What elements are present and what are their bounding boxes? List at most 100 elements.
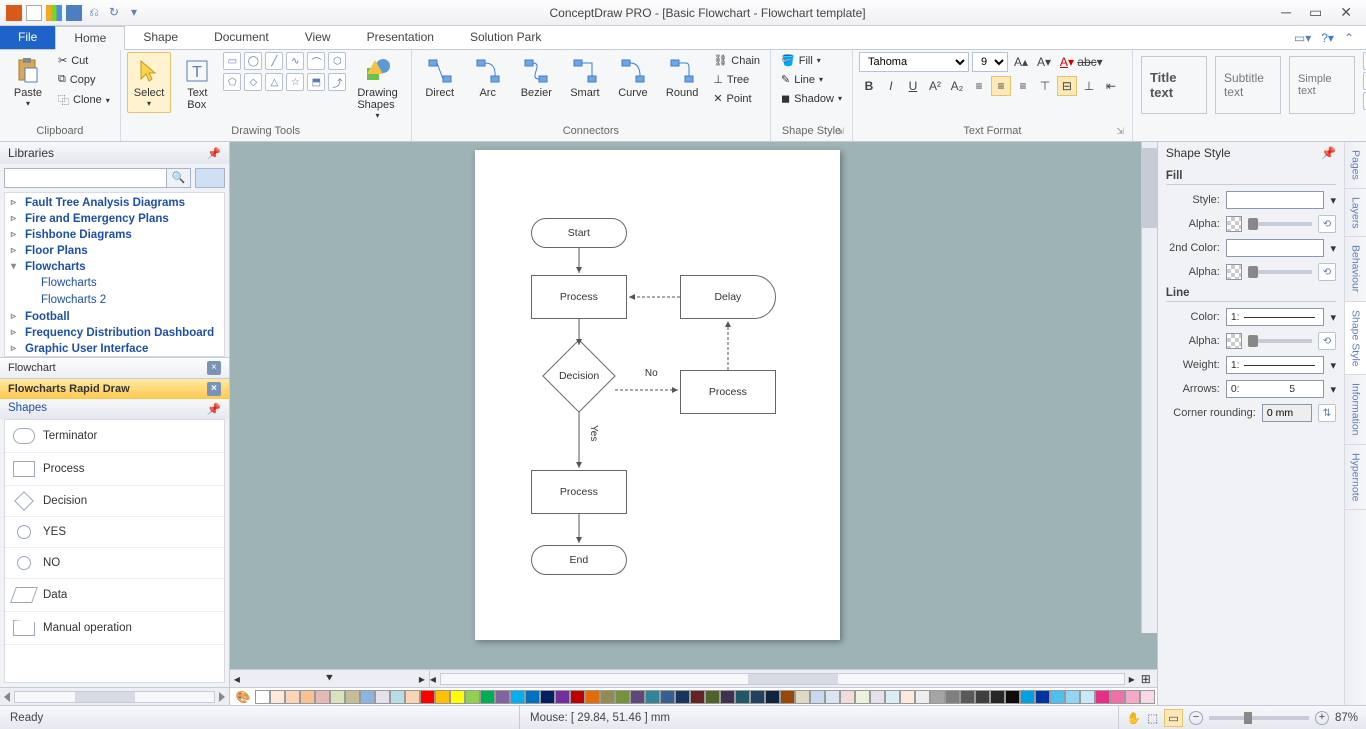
shape-manual[interactable]: Manual operation (5, 612, 224, 645)
zoom-in-button[interactable]: + (1315, 711, 1329, 725)
palette-picker-icon[interactable]: 🎨 (232, 690, 255, 704)
launcher-icon[interactable]: ⇲ (836, 126, 844, 137)
page-tabs[interactable]: ◂⯆▸ (230, 670, 430, 687)
color-swatch[interactable] (405, 690, 420, 704)
cut-button[interactable]: ✂Cut (54, 52, 114, 69)
tool-poly-icon[interactable]: ⬡ (328, 52, 346, 70)
line-button[interactable]: ✎Line▾ (777, 71, 846, 88)
pin-icon[interactable]: 📌 (207, 402, 221, 416)
color-swatch[interactable] (825, 690, 840, 704)
align-left-button[interactable]: ≡ (969, 76, 989, 96)
color-swatch[interactable] (1080, 690, 1095, 704)
node-decision[interactable]: Decision (542, 339, 616, 413)
color-swatch[interactable] (675, 690, 690, 704)
subscript-button[interactable]: A₂ (947, 76, 967, 96)
color-swatch[interactable] (1005, 690, 1020, 704)
style-title[interactable]: Title text (1141, 56, 1207, 114)
color-swatch[interactable] (630, 690, 645, 704)
color-swatch[interactable] (900, 690, 915, 704)
tool-a-icon[interactable]: ⬠ (223, 73, 241, 91)
close-icon[interactable]: ✕ (1340, 4, 1352, 21)
align-right-button[interactable]: ≡ (1013, 76, 1033, 96)
tree-item[interactable]: Fire and Emergency Plans (5, 211, 224, 227)
line-alpha-slider[interactable] (1248, 339, 1312, 343)
tree-item[interactable]: Floor Plans (5, 243, 224, 259)
italic-button[interactable]: I (881, 76, 901, 96)
split-icon[interactable]: ⊞ (1135, 672, 1157, 686)
color-swatch[interactable] (915, 690, 930, 704)
curve-button[interactable]: Curve (611, 52, 655, 104)
fill-button[interactable]: 🪣Fill▾ (777, 52, 846, 69)
select-button[interactable]: Select▾ (127, 52, 172, 113)
color-swatch[interactable] (270, 690, 285, 704)
color-swatch[interactable] (660, 690, 675, 704)
color-swatch[interactable] (690, 690, 705, 704)
line-weight-select[interactable]: 1: (1226, 356, 1325, 374)
tool-rect-icon[interactable]: ▭ (223, 52, 241, 70)
shape-no[interactable]: NO (5, 548, 224, 579)
color-swatch[interactable] (285, 690, 300, 704)
color-swatch[interactable] (840, 690, 855, 704)
node-delay[interactable]: Delay (680, 275, 776, 319)
color-swatch[interactable] (945, 690, 960, 704)
color-swatch[interactable] (600, 690, 615, 704)
style-simple[interactable]: Simple text (1289, 56, 1355, 114)
qat-save-icon[interactable] (66, 5, 82, 21)
style-subtitle[interactable]: Subtitle text (1215, 56, 1281, 114)
alpha-reset-icon[interactable]: ⟲ (1318, 263, 1336, 281)
node-process-2[interactable]: Process (680, 370, 776, 414)
color-swatch[interactable] (1050, 690, 1065, 704)
horizontal-scrollbar[interactable] (440, 673, 1125, 685)
copy-button[interactable]: ⧉Copy (54, 71, 114, 88)
shape-terminator[interactable]: Terminator (5, 420, 224, 453)
launcher-icon[interactable]: ⇲ (1116, 126, 1124, 137)
shape-data[interactable]: Data (5, 579, 224, 612)
tab-view[interactable]: View (287, 26, 349, 49)
color-swatch[interactable] (1095, 690, 1110, 704)
search-icon[interactable]: 🔍 (167, 168, 191, 188)
round-button[interactable]: Round (659, 52, 705, 104)
help-icon[interactable]: ?▾ (1321, 31, 1334, 45)
tool-curve-icon[interactable]: ∿ (286, 52, 304, 70)
spinner-icon[interactable]: ⇅ (1318, 404, 1336, 422)
color-swatch[interactable] (555, 690, 570, 704)
color-swatch[interactable] (645, 690, 660, 704)
color-swatch[interactable] (495, 690, 510, 704)
font-color-icon[interactable]: A▾ (1057, 52, 1077, 72)
tab-pages[interactable]: Pages (1345, 142, 1366, 189)
color-swatch[interactable] (480, 690, 495, 704)
color-swatch[interactable] (450, 690, 465, 704)
tree-item[interactable]: Fishbone Diagrams (5, 227, 224, 243)
color-swatch[interactable] (390, 690, 405, 704)
color-swatch[interactable] (1035, 690, 1050, 704)
view-toggle-icon[interactable] (195, 168, 225, 188)
color-swatch[interactable] (1065, 690, 1080, 704)
alpha-reset-icon[interactable]: ⟲ (1318, 332, 1336, 350)
drawing-shapes-button[interactable]: Drawing Shapes▾ (350, 52, 404, 125)
color-swatch[interactable] (720, 690, 735, 704)
drawing-page[interactable]: Start Process Delay Decision Process No … (475, 150, 840, 640)
zoom-slider[interactable] (1209, 716, 1309, 720)
tree-item[interactable]: Frequency Distribution Dashboard (5, 325, 224, 341)
minimize-icon[interactable]: ─ (1281, 4, 1291, 21)
color-swatch[interactable] (255, 690, 270, 704)
node-end[interactable]: End (531, 545, 627, 575)
bezier-button[interactable]: Bezier (514, 52, 559, 104)
color-swatch[interactable] (540, 690, 555, 704)
color-swatch[interactable] (990, 690, 1005, 704)
smart-button[interactable]: Smart (563, 52, 607, 104)
qat-new-icon[interactable] (26, 5, 42, 21)
color-swatch[interactable] (885, 690, 900, 704)
color-swatch[interactable] (765, 690, 780, 704)
align-bottom-button[interactable]: ⊥ (1079, 76, 1099, 96)
fill-style-select[interactable] (1226, 191, 1325, 209)
color-swatch[interactable] (465, 690, 480, 704)
tool-b-icon[interactable]: ◇ (244, 73, 262, 91)
fit-page-icon[interactable]: ▭ (1164, 709, 1183, 727)
tab-file[interactable]: File (0, 26, 55, 49)
clone-button[interactable]: ⿻Clone▾ (54, 90, 114, 110)
underline-button[interactable]: U (903, 76, 923, 96)
collapse-ribbon-icon[interactable]: ⌃ (1344, 31, 1354, 45)
tab-shape[interactable]: Shape (125, 26, 196, 49)
arc-button[interactable]: Arc (466, 52, 510, 104)
